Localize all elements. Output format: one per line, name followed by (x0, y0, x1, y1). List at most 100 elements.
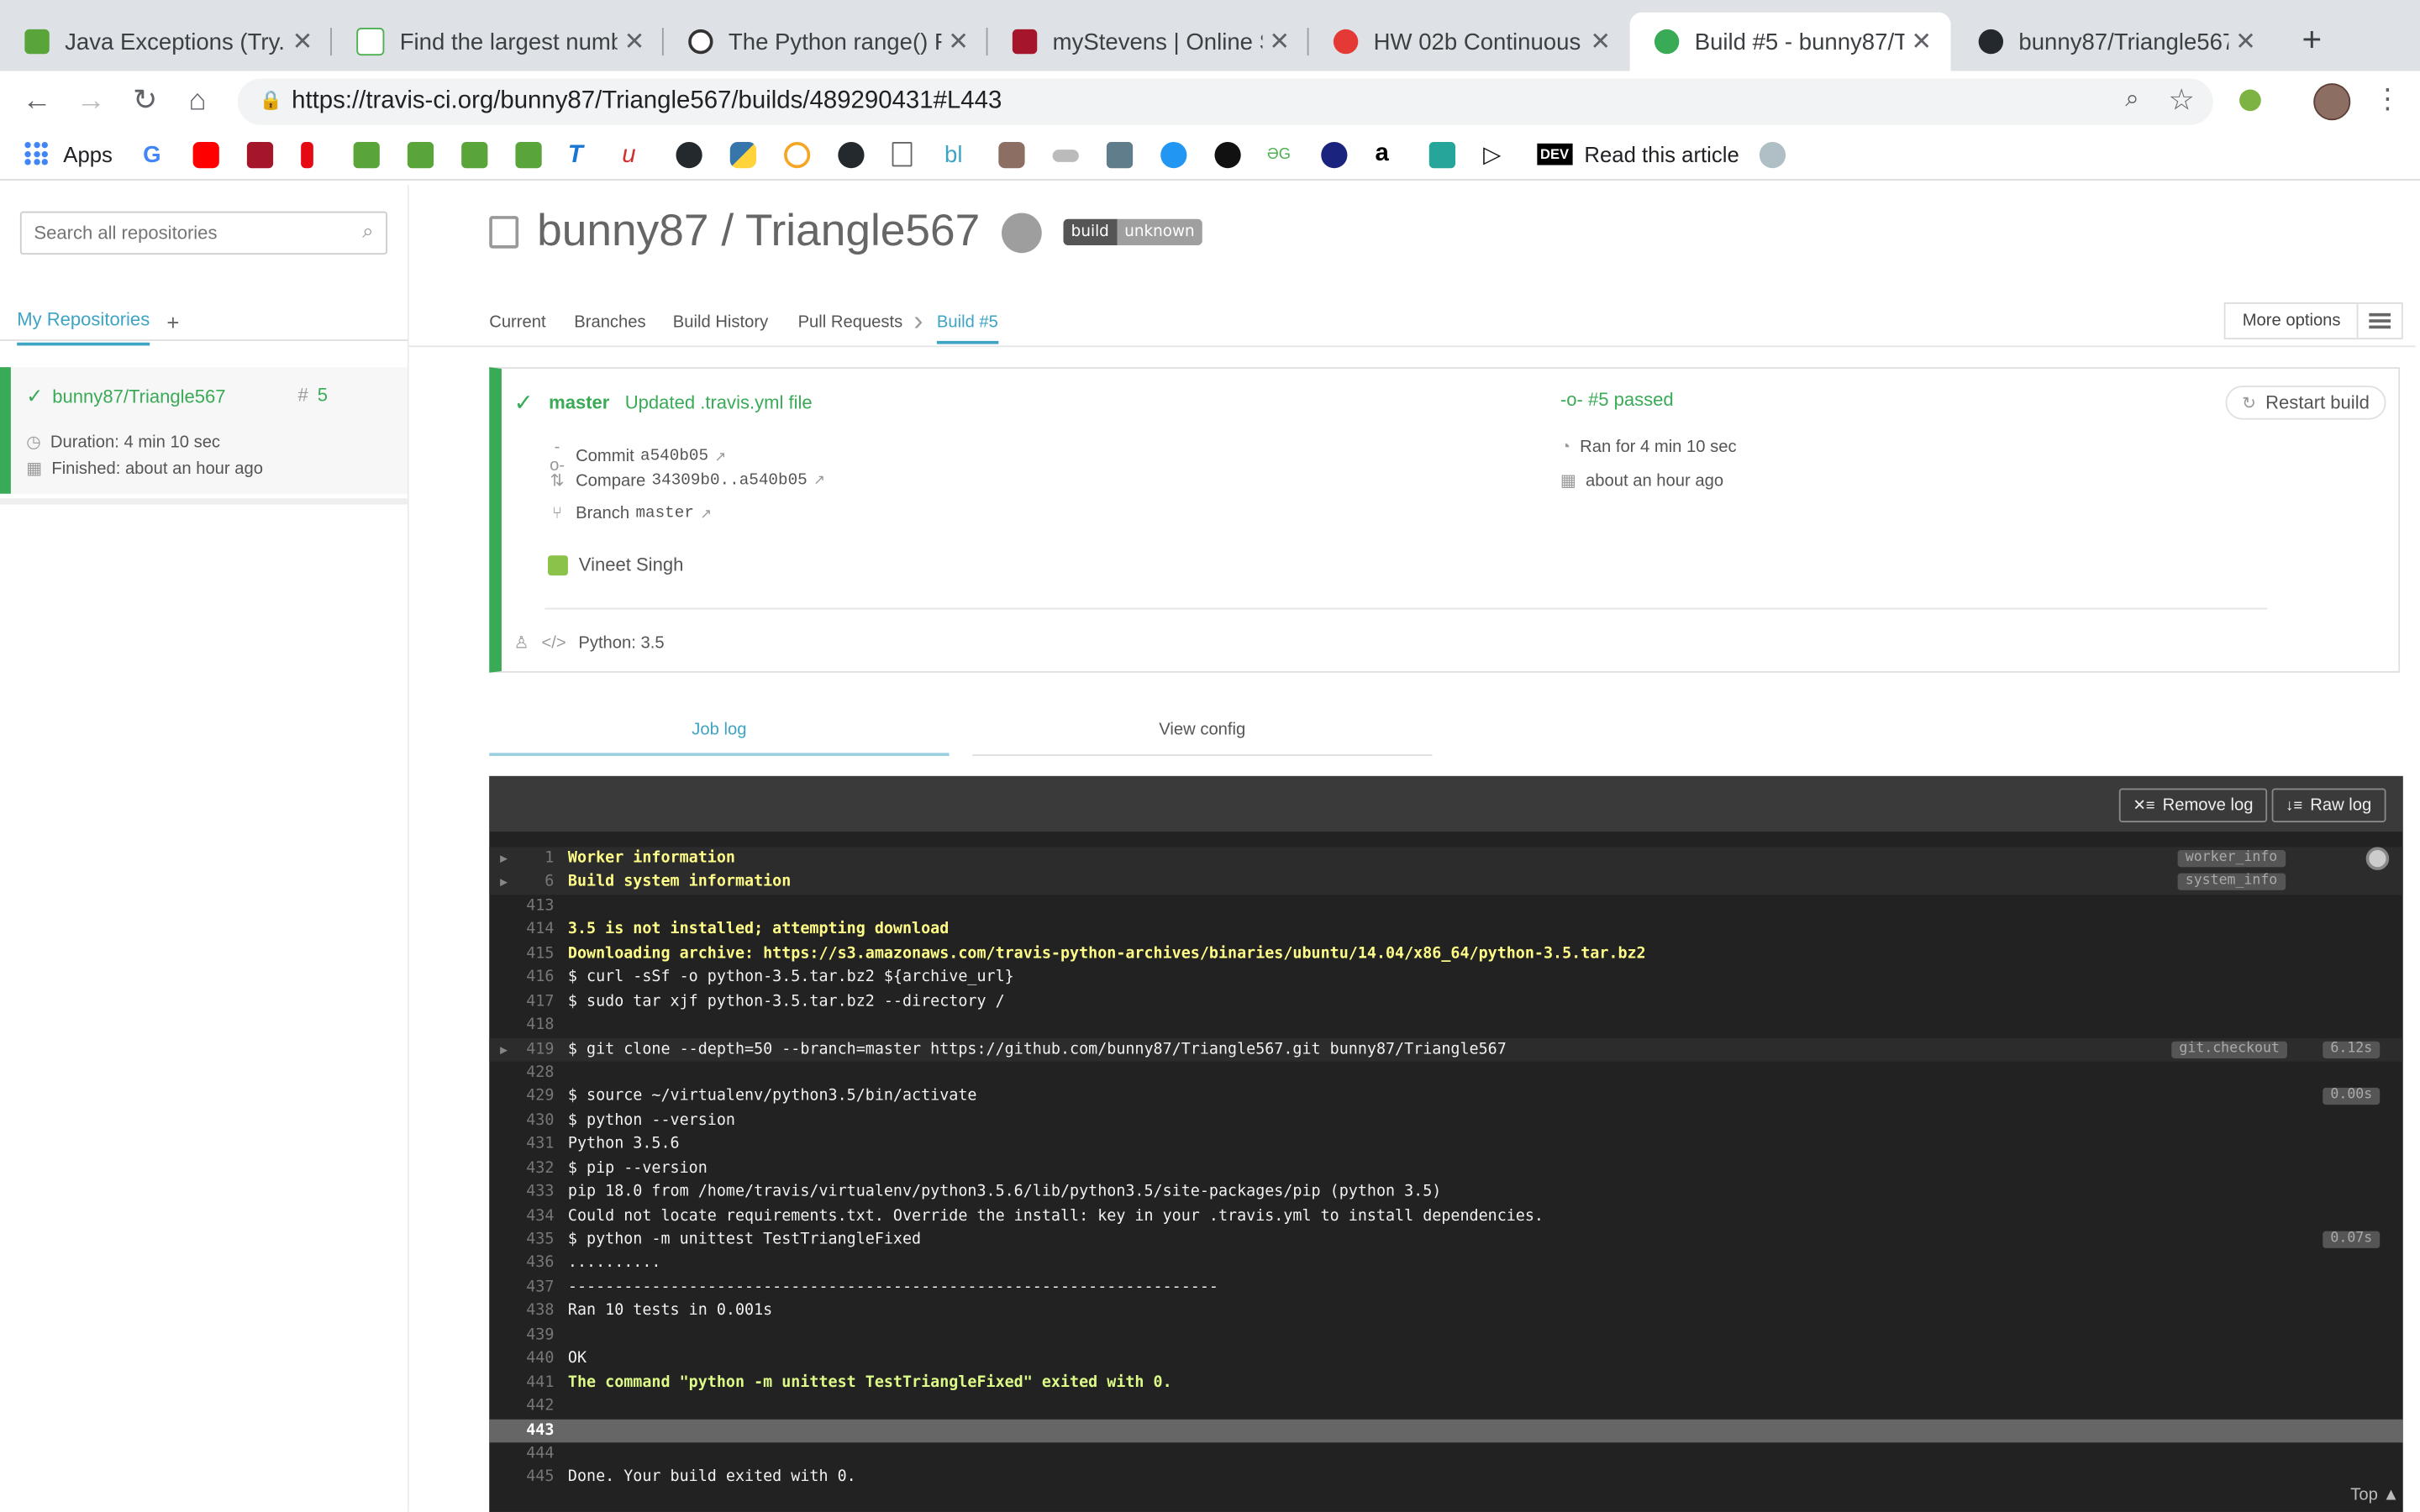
bookmark-star-icon[interactable]: ☆ (2168, 83, 2194, 118)
external-link-icon[interactable]: ↗ (813, 472, 825, 489)
line-number-link[interactable]: 416 (489, 966, 554, 990)
line-number-link[interactable]: 443 (489, 1419, 554, 1442)
search-input[interactable] (30, 220, 346, 246)
github-icon[interactable] (1002, 212, 1042, 253)
scroll-to-top-link[interactable]: Top ▲ (2350, 1486, 2399, 1504)
commit-hash-link[interactable]: a540b05 (640, 448, 708, 466)
address-bar[interactable]: 🔒 https://travis-ci.org/bunny87/Triangle… (237, 78, 2213, 125)
line-number-link[interactable]: 431 (489, 1133, 554, 1157)
apps-bookmark[interactable]: Apps (24, 141, 113, 166)
extension-bookmark-icon[interactable] (1759, 141, 1786, 169)
bl-bookmark-icon[interactable]: bl (944, 141, 971, 169)
profile-avatar[interactable] (2313, 83, 2351, 121)
tab-current[interactable]: Current (489, 313, 545, 332)
tab-view-config[interactable]: View config (972, 721, 1433, 756)
search-icon[interactable]: ⌕ (362, 219, 373, 244)
line-number-link[interactable]: 428 (489, 1062, 554, 1085)
google-bookmark-icon[interactable]: G (139, 141, 166, 169)
external-link-icon[interactable]: ↗ (700, 506, 712, 522)
udemy-bookmark-icon[interactable]: u (622, 141, 649, 169)
line-number-link[interactable]: 445 (489, 1467, 554, 1490)
tab-pull-requests[interactable]: Pull Requests (798, 313, 903, 332)
line-number-link[interactable]: 432 (489, 1157, 554, 1180)
remove-log-button[interactable]: ✕≡ Remove log (2118, 788, 2267, 822)
line-number-link[interactable]: 434 (489, 1205, 554, 1228)
line-number-link[interactable]: 415 (489, 942, 554, 966)
github-bookmark-icon[interactable] (676, 141, 702, 169)
xe-bookmark-icon[interactable] (1321, 141, 1348, 169)
line-number-link[interactable]: 413 (489, 895, 554, 918)
site-bookmark-icon[interactable] (1214, 141, 1241, 169)
browser-tab[interactable]: The Python range() Fu ✕ (664, 13, 988, 71)
close-icon[interactable]: ✕ (618, 26, 651, 57)
line-number-link[interactable]: 441 (489, 1371, 554, 1394)
netflix-bookmark-icon[interactable] (301, 141, 313, 169)
w-bookmark-icon[interactable] (784, 141, 811, 169)
more-options-button[interactable]: More options (2223, 302, 2403, 340)
browser-tab[interactable]: HW 02b Continuous In ✕ (1309, 13, 1630, 71)
line-number-link[interactable]: 418 (489, 1014, 554, 1037)
zoom-icon[interactable]: ⌕ (2125, 87, 2139, 114)
tutorialspoint-bookmark-icon[interactable]: T (567, 141, 595, 169)
compare-link[interactable]: 34309b0..a540b05 (652, 471, 808, 490)
w3schools-bookmark-icon[interactable] (407, 141, 434, 169)
extension-icon[interactable] (2239, 89, 2261, 112)
github-bookmark-icon[interactable] (838, 141, 865, 169)
browser-tab[interactable]: myStevens | Online Se ✕ (987, 13, 1309, 71)
tab-job-log[interactable]: Job log (489, 721, 950, 756)
tab-build-history[interactable]: Build History (673, 313, 768, 332)
tab-build-5[interactable]: Build #5 (936, 313, 998, 344)
log-line[interactable]: ▶ 1 Worker information worker_info (489, 847, 2403, 871)
animal-bookmark-icon[interactable] (998, 141, 1025, 169)
line-number-link[interactable]: 438 (489, 1299, 554, 1323)
browser-tab-active[interactable]: Build #5 - bunny87/Tri ✕ (1629, 12, 1951, 71)
external-link-icon[interactable]: ↗ (714, 449, 726, 465)
close-icon[interactable]: ✕ (1904, 26, 1938, 57)
log-line[interactable]: ▶ 6 Build system information system_info (489, 870, 2403, 895)
line-number-link[interactable]: 430 (489, 1109, 554, 1132)
branch-link[interactable]: master (635, 505, 693, 523)
youtube-bookmark-icon[interactable] (192, 141, 219, 169)
line-number-link[interactable]: 414 (489, 918, 554, 942)
close-icon[interactable]: ✕ (2228, 26, 2262, 57)
line-number-link[interactable]: 442 (489, 1394, 554, 1418)
browser-tab[interactable]: bunny87/Triangle567: ✕ (1954, 13, 2275, 71)
w3schools-bookmark-icon[interactable] (461, 141, 488, 169)
line-number-link[interactable]: 437 (489, 1276, 554, 1299)
site-bookmark-icon[interactable] (1428, 141, 1456, 169)
tab-branches[interactable]: Branches (574, 313, 645, 332)
line-number-link[interactable]: 439 (489, 1323, 554, 1347)
close-icon[interactable]: ✕ (1583, 26, 1617, 57)
line-number-link[interactable]: 436 (489, 1252, 554, 1275)
w3schools-bookmark-icon[interactable] (515, 141, 542, 169)
amazon-bookmark-icon[interactable]: a (1375, 141, 1402, 169)
forward-arrow-icon[interactable]: → (70, 81, 113, 123)
close-icon[interactable]: ✕ (286, 26, 319, 57)
sidebar-repo-item[interactable]: ✓ bunny87/Triangle567 #5 ◷ Duration: 4 min… (0, 367, 408, 494)
key-bookmark-icon[interactable] (1052, 150, 1079, 162)
close-icon[interactable]: ✕ (941, 26, 975, 57)
line-number-link[interactable]: 1 (489, 847, 554, 870)
line-number-link[interactable]: 419 (489, 1037, 554, 1061)
line-number-link[interactable]: 440 (489, 1347, 554, 1371)
browser-tab[interactable]: Find the largest numbe ✕ (332, 13, 664, 71)
repo-name-link[interactable]: bunny87/Triangle567 (52, 386, 225, 407)
play-triangle-bookmark-icon[interactable]: ▷ (1483, 141, 1510, 169)
line-number-link[interactable]: 417 (489, 990, 554, 1013)
read-article-bookmark[interactable]: DEV Read this article (1537, 142, 1739, 166)
browser-tab[interactable]: Java Exceptions (Try... ✕ (0, 13, 332, 71)
chrome-menu-icon[interactable]: ⋮ (2374, 83, 2402, 116)
repository-search[interactable]: ⌕ (19, 211, 388, 255)
add-repository-button[interactable]: + (166, 310, 179, 334)
reload-icon[interactable]: ↻ (124, 81, 166, 123)
document-bookmark-icon[interactable] (892, 141, 913, 167)
new-tab-button[interactable]: + (2293, 20, 2330, 60)
line-number-link[interactable]: 6 (489, 871, 554, 895)
raw-log-button[interactable]: ↓≡ Raw log (2271, 788, 2386, 822)
line-number-link[interactable]: 435 (489, 1228, 554, 1252)
site-bookmark-icon[interactable] (1106, 141, 1134, 169)
close-icon[interactable]: ✕ (1262, 26, 1296, 57)
line-number-link[interactable]: 429 (489, 1085, 554, 1109)
url-text[interactable]: https://travis-ci.org/bunny87/Triangle56… (292, 88, 1002, 116)
restart-build-button[interactable]: ↻ Restart build (2225, 386, 2386, 420)
